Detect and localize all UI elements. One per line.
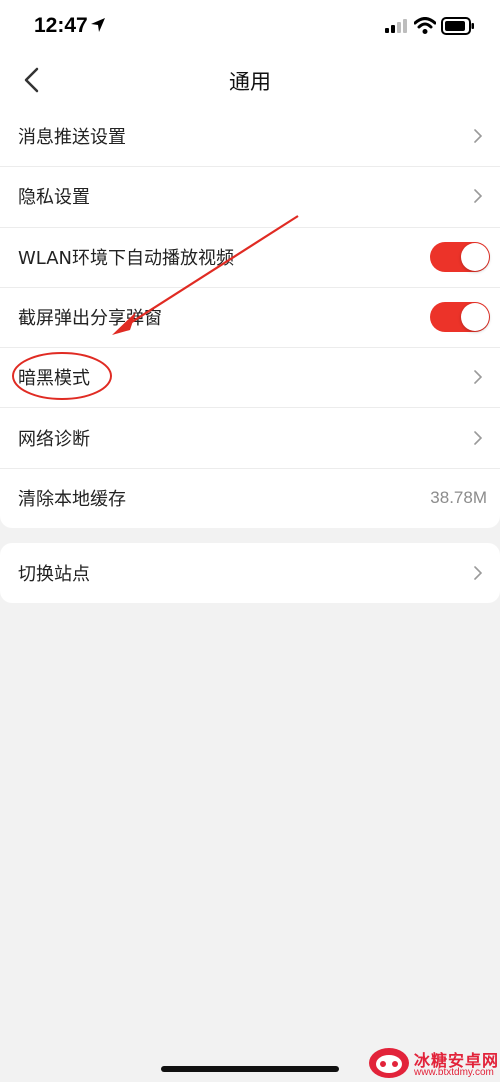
- toggle-knob: [461, 303, 489, 332]
- wlan-autoplay-toggle[interactable]: [430, 241, 490, 272]
- watermark-logo-icon: [369, 1048, 409, 1078]
- setting-label: 网络诊断: [18, 428, 90, 450]
- settings-list: 消息推送设置 隐私设置 WLAN环境下自动播放视频 截屏弹出分享弹窗 暗黑模式: [0, 106, 500, 528]
- setting-label: 截屏弹出分享弹窗: [18, 308, 162, 330]
- page-title: 通用: [229, 70, 271, 94]
- setting-privacy[interactable]: 隐私设置: [0, 166, 500, 226]
- setting-dark-mode[interactable]: 暗黑模式: [0, 347, 500, 407]
- battery-icon: [441, 17, 474, 35]
- setting-switch-site[interactable]: 切换站点: [0, 543, 500, 603]
- location-arrow-icon: [91, 18, 105, 32]
- chevron-right-icon: [474, 189, 482, 204]
- watermark: 冰糖安卓网 www.btxtdmy.com: [368, 1044, 500, 1082]
- setting-label: 消息推送设置: [18, 127, 126, 149]
- setting-clear-cache[interactable]: 清除本地缓存 38.78M: [0, 467, 500, 528]
- setting-screenshot-share: 截屏弹出分享弹窗: [0, 286, 500, 347]
- home-indicator: [161, 1066, 339, 1072]
- setting-label: 切换站点: [18, 564, 90, 585]
- setting-label: WLAN环境下自动播放视频: [18, 247, 235, 269]
- setting-label: 隐私设置: [18, 187, 90, 209]
- site-settings: 切换站点: [0, 543, 500, 603]
- watermark-url: www.btxtdmy.com: [414, 1067, 494, 1078]
- setting-push-notifications[interactable]: 消息推送设置: [0, 106, 500, 166]
- cache-size-value: 38.78M: [430, 487, 487, 507]
- wifi-icon: [414, 17, 436, 34]
- chevron-right-icon: [474, 430, 482, 445]
- status-bar: 12:47: [0, 0, 500, 54]
- screenshot-share-toggle[interactable]: [430, 302, 490, 333]
- setting-network-diagnosis[interactable]: 网络诊断: [0, 407, 500, 467]
- setting-wlan-autoplay: WLAN环境下自动播放视频: [0, 226, 500, 287]
- chevron-right-icon: [474, 566, 482, 580]
- setting-label: 清除本地缓存: [18, 488, 126, 510]
- cellular-signal-icon: [385, 19, 407, 33]
- setting-label: 暗黑模式: [18, 368, 90, 390]
- settings-screen: 12:47 通用 消息推送设置 隐私设置 WLAN环境下自动播放视频 截屏弹出分…: [0, 0, 500, 1082]
- status-time: 12:47: [34, 14, 88, 37]
- chevron-right-icon: [474, 129, 482, 143]
- toggle-knob: [461, 242, 489, 271]
- chevron-right-icon: [474, 370, 482, 385]
- navigation-bar: 通用: [0, 54, 500, 106]
